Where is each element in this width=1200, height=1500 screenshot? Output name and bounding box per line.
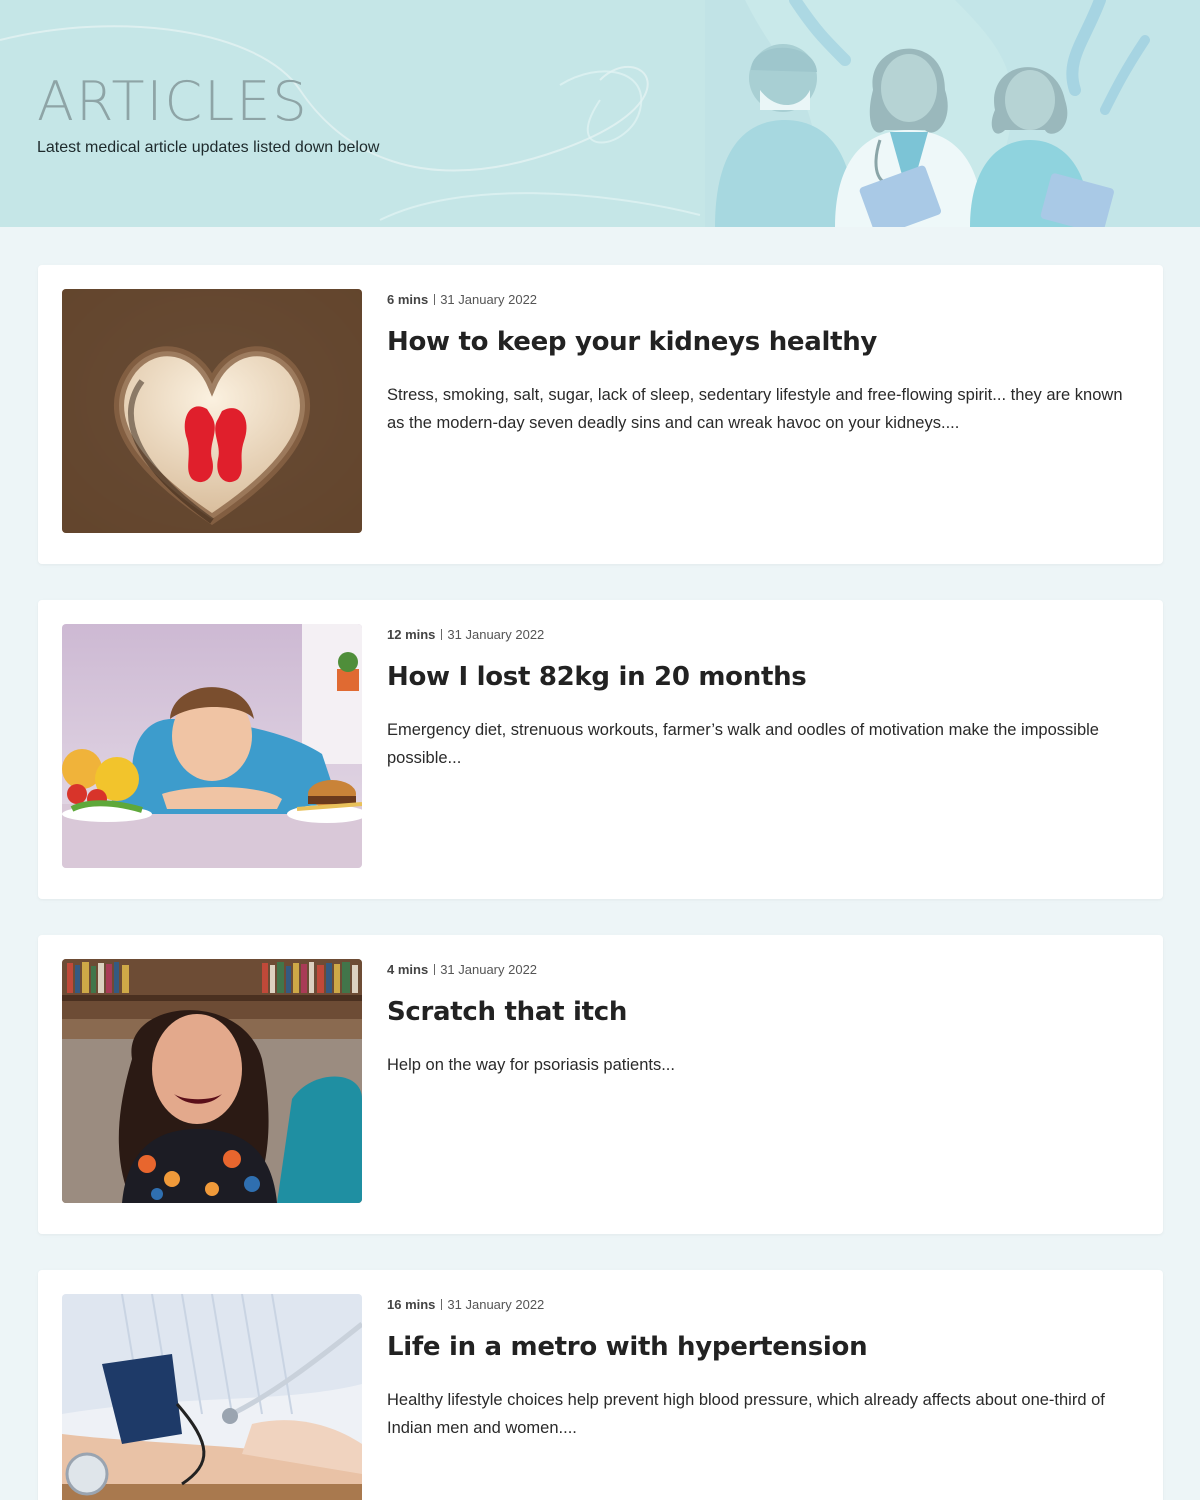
article-title[interactable]: How to keep your kidneys healthy (387, 327, 877, 357)
page-subtitle: Latest medical article updates listed do… (37, 139, 380, 156)
boy-with-vegetables-and-burger-image (62, 624, 362, 868)
article-title[interactable]: Life in a metro with hypertension (387, 1332, 868, 1362)
article-title[interactable]: Scratch that itch (387, 997, 627, 1027)
article-meta: 4 mins 31 January 2022 (387, 962, 537, 977)
meta-divider (441, 629, 443, 640)
article-excerpt: Healthy lifestyle choices help prevent h… (387, 1391, 1105, 1437)
article-thumbnail-weight-loss[interactable] (62, 624, 362, 868)
meta-divider (434, 964, 436, 975)
read-time: 6 mins (387, 292, 429, 307)
publish-date: 31 January 2022 (440, 292, 538, 307)
meta-divider (441, 1299, 443, 1310)
smiling-woman-portrait-image (62, 959, 362, 1203)
article-card[interactable]: 16 mins 31 January 2022 Life in a metro w… (38, 1270, 1163, 1500)
article-card[interactable]: 4 mins 31 January 2022 Scratch that itch … (38, 935, 1163, 1234)
article-thumbnail-hypertension[interactable] (62, 1294, 362, 1500)
hands-heart-kidneys-image (62, 289, 362, 533)
article-title[interactable]: How I lost 82kg in 20 months (387, 662, 807, 692)
meta-divider (434, 294, 436, 305)
article-excerpt: Emergency diet, strenuous workouts, farm… (387, 721, 1099, 767)
read-time: 12 mins (387, 627, 436, 642)
page-title: ARTICLES (37, 70, 309, 133)
article-card[interactable]: 6 mins 31 January 2022 How to keep your k… (38, 265, 1163, 564)
publish-date: 31 January 2022 (447, 627, 545, 642)
article-meta: 16 mins 31 January 2022 (387, 1297, 544, 1312)
article-meta: 6 mins 31 January 2022 (387, 292, 537, 307)
blood-pressure-measurement-image (62, 1294, 362, 1500)
publish-date: 31 January 2022 (447, 1297, 545, 1312)
publish-date: 31 January 2022 (440, 962, 538, 977)
article-excerpt: Stress, smoking, salt, sugar, lack of sl… (387, 386, 1123, 432)
article-thumbnail-kidneys[interactable] (62, 289, 362, 533)
read-time: 4 mins (387, 962, 429, 977)
article-card[interactable]: 12 mins 31 January 2022 How I lost 82kg i… (38, 600, 1163, 899)
read-time: 16 mins (387, 1297, 436, 1312)
page-header: ARTICLES Latest medical article updates … (0, 0, 1200, 227)
article-thumbnail-psoriasis[interactable] (62, 959, 362, 1203)
doctors-illustration (705, 0, 1200, 227)
article-meta: 12 mins 31 January 2022 (387, 627, 544, 642)
article-excerpt: Help on the way for psoriasis patients..… (387, 1056, 675, 1074)
